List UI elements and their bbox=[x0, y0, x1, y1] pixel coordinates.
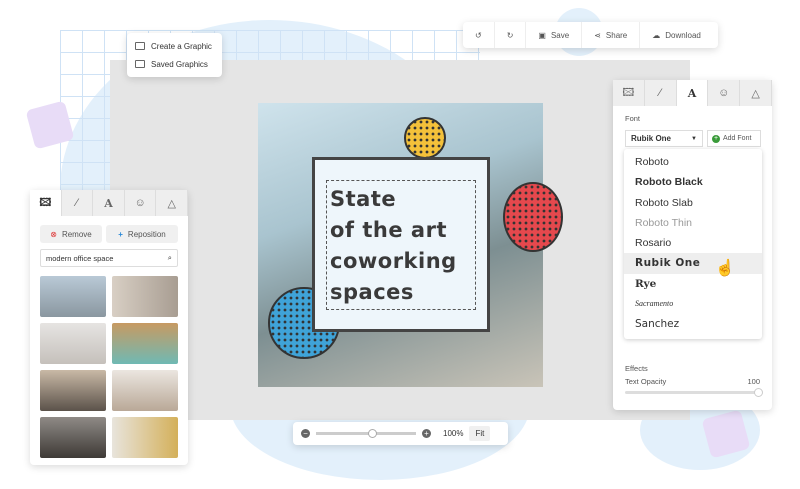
remove-icon: ⊗ bbox=[50, 230, 57, 239]
image-thumbnail[interactable] bbox=[112, 276, 178, 317]
font-select[interactable]: Rubik One ▼ bbox=[625, 130, 703, 147]
font-option[interactable]: Sacramento bbox=[624, 294, 762, 314]
saved-label: Saved Graphics bbox=[151, 60, 208, 69]
font-option[interactable]: Rye bbox=[624, 274, 762, 294]
font-option[interactable]: Roboto Slab bbox=[624, 193, 762, 213]
plus-icon: + bbox=[118, 230, 123, 239]
redo-icon: ↻ bbox=[507, 31, 514, 40]
triangle-icon: △ bbox=[751, 87, 759, 100]
tab-effects[interactable]: ⁄ bbox=[62, 190, 94, 216]
font-option[interactable]: Rosario bbox=[624, 233, 762, 253]
text-panel: 🖾 ⁄ A ☺ △ Font Rubik One ▼ +Add Font Robo… bbox=[613, 80, 772, 410]
zoom-value: 100% bbox=[443, 429, 463, 438]
image-search-input[interactable]: modern office space ⌕ bbox=[40, 249, 178, 267]
red-dot-circle bbox=[503, 182, 563, 252]
chevron-down-icon: ▼ bbox=[691, 136, 697, 142]
reposition-button[interactable]: + Reposition bbox=[106, 225, 178, 243]
headline-text[interactable]: State of the art coworking spaces bbox=[330, 184, 457, 308]
save-icon: ▣ bbox=[538, 31, 546, 40]
font-label: Font bbox=[625, 114, 640, 123]
image-thumbnail[interactable] bbox=[112, 417, 178, 458]
magic-wand-icon: ⁄ bbox=[76, 197, 78, 209]
image-icon bbox=[135, 42, 145, 50]
redo-button[interactable]: ↻ bbox=[495, 22, 527, 48]
add-font-label: Add Font bbox=[723, 135, 751, 142]
headline-line: of the art bbox=[330, 215, 457, 246]
smiley-icon: ☺ bbox=[718, 87, 729, 99]
image-icon: 🖾 bbox=[39, 194, 51, 213]
image-thumbnail[interactable] bbox=[40, 323, 106, 364]
share-label: Share bbox=[606, 31, 627, 40]
share-button[interactable]: ⋖ Share bbox=[582, 22, 640, 48]
font-option[interactable]: Roboto Black bbox=[624, 172, 762, 192]
cloud-download-icon: ☁ bbox=[652, 31, 660, 40]
remove-label: Remove bbox=[62, 230, 92, 239]
search-icon: ⌕ bbox=[168, 253, 172, 263]
image-thumbnail[interactable] bbox=[112, 370, 178, 411]
opacity-value: 100 bbox=[747, 377, 760, 386]
image-thumbnail[interactable] bbox=[112, 323, 178, 364]
image-thumbnail[interactable] bbox=[40, 417, 106, 458]
save-button[interactable]: ▣ Save bbox=[526, 22, 582, 48]
tab-effects[interactable]: ⁄ bbox=[645, 80, 677, 106]
slider-knob[interactable] bbox=[754, 388, 763, 397]
effects-label: Effects bbox=[625, 364, 648, 373]
download-label: Download bbox=[665, 31, 701, 40]
download-button[interactable]: ☁ Download bbox=[640, 22, 713, 48]
font-option[interactable]: Roboto Thin bbox=[624, 213, 762, 233]
reposition-label: Reposition bbox=[128, 230, 166, 239]
yellow-dot-circle bbox=[404, 117, 446, 159]
tab-image[interactable]: 🖾 bbox=[613, 80, 645, 106]
tab-text[interactable]: A bbox=[93, 190, 125, 216]
headline-line: coworking bbox=[330, 246, 457, 277]
font-dropdown: Roboto Roboto Black Roboto Slab Roboto T… bbox=[624, 149, 762, 339]
undo-icon: ↺ bbox=[475, 31, 482, 40]
plus-circle-icon: + bbox=[712, 135, 720, 143]
tab-text[interactable]: A bbox=[677, 80, 709, 106]
opacity-label: Text Opacity bbox=[625, 377, 666, 386]
zoom-in-icon[interactable]: + bbox=[422, 429, 431, 438]
tab-image[interactable]: 🖾 bbox=[30, 190, 62, 216]
top-toolbar: ↺ ↻ ▣ Save ⋖ Share ☁ Download bbox=[463, 22, 718, 48]
search-value: modern office space bbox=[46, 254, 113, 263]
save-label: Save bbox=[551, 31, 569, 40]
graphics-menu: Create a Graphic Saved Graphics bbox=[127, 33, 222, 77]
fit-button[interactable]: Fit bbox=[469, 426, 490, 441]
tab-shapes[interactable]: △ bbox=[156, 190, 188, 216]
tab-emoji[interactable]: ☺ bbox=[708, 80, 740, 106]
image-panel: 🖾 ⁄ A ☺ △ ⊗ Remove + Reposition modern off… bbox=[30, 190, 188, 465]
font-option[interactable]: Sanchez bbox=[624, 314, 762, 334]
zoom-out-icon[interactable]: − bbox=[301, 429, 310, 438]
magic-wand-icon: ⁄ bbox=[659, 87, 661, 99]
triangle-icon: △ bbox=[167, 197, 175, 210]
image-icon: 🖾 bbox=[622, 84, 634, 103]
create-label: Create a Graphic bbox=[151, 42, 212, 51]
font-option[interactable]: Rubik One bbox=[624, 253, 762, 273]
font-option[interactable]: Roboto bbox=[624, 152, 762, 172]
headline-line: spaces bbox=[330, 277, 457, 308]
image-thumbnail[interactable] bbox=[40, 276, 106, 317]
headline-line: State bbox=[330, 184, 457, 215]
tab-shapes[interactable]: △ bbox=[740, 80, 772, 106]
image-thumbnail[interactable] bbox=[40, 370, 106, 411]
selected-font: Rubik One bbox=[631, 134, 671, 143]
add-font-button[interactable]: +Add Font bbox=[707, 130, 761, 147]
zoom-knob[interactable] bbox=[368, 429, 377, 438]
opacity-slider[interactable] bbox=[625, 391, 760, 394]
undo-button[interactable]: ↺ bbox=[463, 22, 495, 48]
zoom-bar: − + 100% Fit bbox=[293, 422, 508, 445]
tab-emoji[interactable]: ☺ bbox=[125, 190, 157, 216]
saved-graphics-item[interactable]: Saved Graphics bbox=[135, 55, 214, 73]
smiley-icon: ☺ bbox=[134, 197, 145, 209]
hand-cursor-icon: ☝ bbox=[715, 258, 735, 278]
zoom-slider[interactable] bbox=[316, 432, 416, 435]
folder-icon bbox=[135, 60, 145, 68]
remove-button[interactable]: ⊗ Remove bbox=[40, 225, 102, 243]
share-icon: ⋖ bbox=[594, 31, 601, 40]
create-graphic-item[interactable]: Create a Graphic bbox=[135, 37, 214, 55]
